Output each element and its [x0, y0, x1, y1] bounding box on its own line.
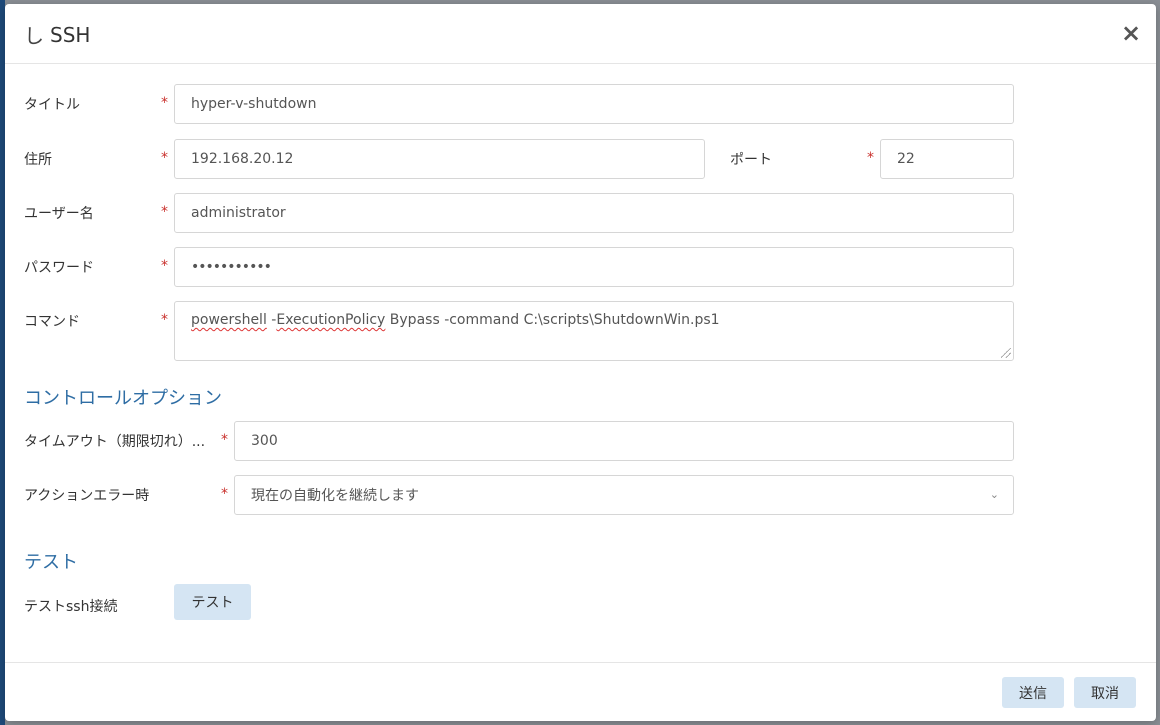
required-mark: *: [161, 258, 168, 274]
close-button[interactable]: ×: [1120, 19, 1142, 47]
username-input[interactable]: administrator: [174, 193, 1014, 233]
on-error-label: アクションエラー時: [24, 488, 150, 504]
port-label: ポート: [730, 152, 772, 168]
title-input-value: hyper-v-shutdown: [191, 96, 317, 112]
command-text-part: ExecutionPolicy: [276, 312, 386, 328]
command-text-part: -: [266, 312, 277, 328]
command-row: コマンド * powershell -ExecutionPolicy Bypas…: [24, 301, 1014, 361]
cancel-button[interactable]: 取消: [1074, 677, 1136, 708]
dialog-title-text: SSH: [50, 22, 91, 47]
required-mark: *: [161, 95, 168, 111]
password-label: パスワード: [24, 260, 94, 276]
username-label: ユーザー名: [24, 206, 94, 222]
on-error-row: アクションエラー時 * 現在の自動化を継続します ⌄: [24, 475, 1014, 515]
chevron-down-icon: ⌄: [989, 488, 999, 501]
timeout-input[interactable]: 300: [234, 421, 1014, 461]
close-icon: ×: [1120, 19, 1142, 47]
password-input-value: •••••••••••: [191, 259, 272, 275]
password-row: パスワード * •••••••••••: [24, 247, 1014, 287]
username-input-value: administrator: [191, 205, 286, 221]
required-mark: *: [161, 204, 168, 220]
test-section-title: テスト: [24, 552, 78, 573]
dialog-title: し SSH: [24, 20, 90, 49]
timeout-row: タイムアウト（期限切れ）... * 300: [24, 421, 1014, 461]
title-label: タイトル: [24, 97, 80, 113]
command-text-part: Bypass -command C:\scripts\ShutdownWin.p…: [385, 312, 720, 328]
power-icon: し: [24, 24, 44, 48]
required-mark: *: [161, 312, 168, 328]
required-mark: *: [161, 150, 168, 166]
command-label: コマンド: [24, 314, 80, 330]
control-options-title: コントロールオプション: [24, 388, 222, 409]
footer-divider: [5, 662, 1156, 663]
port-input-value: 22: [897, 151, 915, 167]
test-row: テストssh接続 テスト: [24, 584, 324, 624]
on-error-select-value: 現在の自動化を継続します: [251, 488, 419, 504]
username-row: ユーザー名 * administrator: [24, 193, 1014, 233]
test-button[interactable]: テスト: [174, 584, 251, 620]
timeout-label: タイムアウト（期限切れ）...: [24, 434, 206, 450]
on-error-select[interactable]: 現在の自動化を継続します ⌄: [234, 475, 1014, 515]
command-textarea[interactable]: powershell -ExecutionPolicy Bypass -comm…: [174, 301, 1014, 361]
address-input[interactable]: 192.168.20.12: [174, 139, 705, 179]
title-input[interactable]: hyper-v-shutdown: [174, 84, 1014, 124]
test-ssh-label: テストssh接続: [24, 599, 118, 615]
submit-button[interactable]: 送信: [1002, 677, 1064, 708]
required-mark: *: [221, 486, 228, 502]
ssh-dialog: し SSH × タイトル * hyper-v-shutdown 住所 * 192…: [5, 4, 1156, 721]
password-input[interactable]: •••••••••••: [174, 247, 1014, 287]
address-label: 住所: [24, 152, 52, 168]
address-input-value: 192.168.20.12: [191, 151, 294, 167]
timeout-input-value: 300: [251, 433, 278, 449]
command-text-part: powershell: [191, 312, 267, 328]
required-mark: *: [221, 432, 228, 448]
required-mark: *: [867, 150, 874, 166]
address-row: 住所 * 192.168.20.12 ポート * 22: [24, 139, 1014, 179]
resize-handle-icon[interactable]: [1001, 348, 1011, 358]
dialog-header: し SSH ×: [5, 4, 1156, 64]
port-input[interactable]: 22: [880, 139, 1014, 179]
title-row: タイトル * hyper-v-shutdown: [24, 84, 1014, 124]
